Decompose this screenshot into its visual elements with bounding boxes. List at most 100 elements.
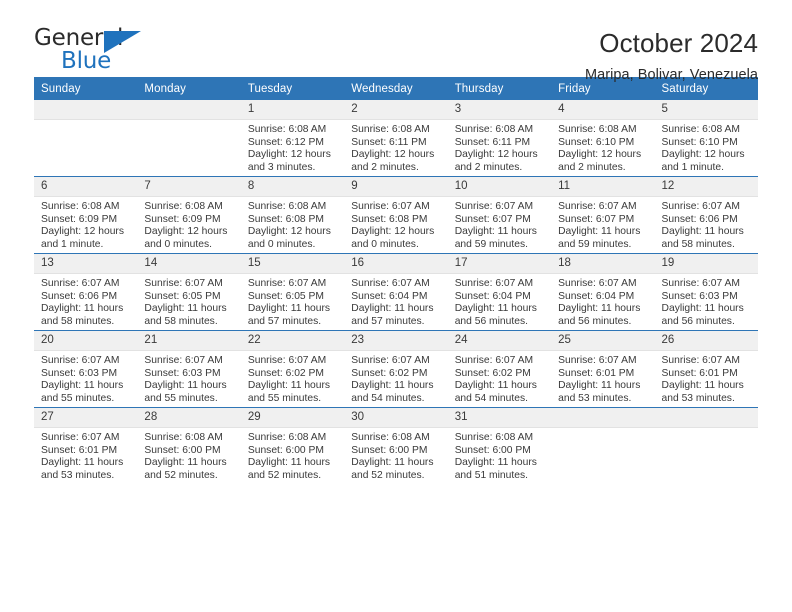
day-details [137,120,240,124]
sunrise-text: Sunrise: 6:07 AM [661,278,740,289]
calendar-day-cell[interactable]: 21 Sunrise: 6:07 AM Sunset: 6:03 PM Dayligh… [137,330,241,408]
calendar-day-cell[interactable]: 3 Sunrise: 6:08 AM Sunset: 6:11 PM Daylight… [447,100,552,177]
daylight-text-cont: and 0 minutes. [144,238,212,250]
daylight-text: Daylight: 11 hours [661,226,744,238]
sunset-text: Sunset: 6:07 PM [558,213,635,225]
calendar-day-cell[interactable]: 26 Sunrise: 6:07 AM Sunset: 6:01 PM Dayligh… [654,330,758,408]
daylight-text: Daylight: 11 hours [558,380,641,392]
sunset-text: Sunset: 6:10 PM [558,136,635,148]
calendar-day-cell[interactable]: 16 Sunrise: 6:07 AM Sunset: 6:04 PM Dayligh… [344,253,448,331]
sunset-text: Sunset: 6:05 PM [247,290,324,302]
day-details: Sunrise: 6:07 AM Sunset: 6:06 PM Daylight:… [34,274,137,328]
day-details: Sunrise: 6:07 AM Sunset: 6:07 PM Daylight:… [551,197,654,251]
sunset-text: Sunset: 6:03 PM [41,367,118,379]
sunset-text: Sunset: 6:06 PM [41,290,118,302]
weekday-header-wednesday: Wednesday [344,77,448,100]
day-number: 31 [447,408,552,428]
weekday-header-monday: Monday [137,77,241,100]
daylight-text-cont: and 58 minutes. [41,315,115,327]
day-number: 13 [34,254,138,274]
calendar-day-cell[interactable]: 19 Sunrise: 6:07 AM Sunset: 6:03 PM Dayligh… [654,253,758,331]
day-number: 15 [240,254,345,274]
daylight-text: Daylight: 11 hours [41,457,124,469]
calendar-day-cell[interactable]: 28 Sunrise: 6:08 AM Sunset: 6:00 PM Dayligh… [137,407,241,484]
sunset-text: Sunset: 6:00 PM [144,444,221,456]
calendar-day-cell[interactable]: 12 Sunrise: 6:07 AM Sunset: 6:06 PM Dayligh… [654,176,758,254]
day-number: 22 [240,331,345,351]
calendar-day-cell[interactable]: 25 Sunrise: 6:07 AM Sunset: 6:01 PM Dayligh… [551,330,655,408]
sunrise-sunset-calendar: Sunday Monday Tuesday Wednesday Thursday Frid… [34,77,758,484]
day-details: Sunrise: 6:07 AM Sunset: 6:03 PM Daylight:… [137,351,240,405]
sunset-text: Sunset: 6:00 PM [454,444,531,456]
daylight-text-cont: and 57 minutes. [247,315,322,327]
daylight-text-cont: and 53 minutes. [41,469,115,481]
sunrise-text: Sunrise: 6:07 AM [144,355,223,366]
calendar-day-cell[interactable]: 17 Sunrise: 6:07 AM Sunset: 6:04 PM Dayligh… [447,253,552,331]
calendar-day-cell[interactable]: 18 Sunrise: 6:07 AM Sunset: 6:04 PM Dayligh… [551,253,655,331]
daylight-text: Daylight: 12 hours [558,149,642,161]
daylight-text-cont: and 53 minutes. [558,392,632,404]
sunrise-text: Sunrise: 6:08 AM [144,432,223,443]
daylight-text-cont: and 59 minutes. [558,238,632,250]
calendar-day-cell[interactable]: 22 Sunrise: 6:07 AM Sunset: 6:02 PM Dayligh… [240,330,345,408]
daylight-text-cont: and 55 minutes. [247,392,322,404]
day-number: 27 [34,408,138,428]
daylight-text-cont: and 1 minute. [661,161,724,173]
calendar-day-cell[interactable]: 23 Sunrise: 6:07 AM Sunset: 6:02 PM Dayligh… [344,330,448,408]
day-number: 1 [240,100,345,120]
calendar-day-cell-empty [551,407,655,484]
calendar-day-cell[interactable]: 1 Sunrise: 6:08 AM Sunset: 6:12 PM Daylight… [240,100,345,177]
daylight-text-cont: and 56 minutes. [558,315,632,327]
sunset-text: Sunset: 6:03 PM [144,367,221,379]
day-details [551,428,654,432]
day-details: Sunrise: 6:07 AM Sunset: 6:04 PM Daylight:… [344,274,447,328]
sunset-text: Sunset: 6:02 PM [247,367,324,379]
calendar-day-cell[interactable]: 20 Sunrise: 6:07 AM Sunset: 6:03 PM Dayligh… [34,330,138,408]
day-number: 10 [447,177,552,197]
calendar-day-cell[interactable]: 8 Sunrise: 6:08 AM Sunset: 6:08 PM Daylight… [240,176,345,254]
calendar-day-cell[interactable]: 13 Sunrise: 6:07 AM Sunset: 6:06 PM Dayligh… [34,253,138,331]
sunrise-text: Sunrise: 6:08 AM [247,201,327,212]
daylight-text: Daylight: 11 hours [247,303,331,315]
calendar-day-cell[interactable]: 31 Sunrise: 6:08 AM Sunset: 6:00 PM Dayligh… [447,407,552,484]
calendar-week-row: 1 Sunrise: 6:08 AM Sunset: 6:12 PM Daylight… [34,100,758,177]
day-details: Sunrise: 6:07 AM Sunset: 6:07 PM Daylight:… [448,197,551,251]
calendar-day-cell[interactable]: 2 Sunrise: 6:08 AM Sunset: 6:11 PM Daylight… [344,100,448,177]
day-number [137,100,241,120]
day-details: Sunrise: 6:07 AM Sunset: 6:04 PM Daylight:… [448,274,551,328]
calendar-day-cell-empty [137,100,241,177]
daylight-text: Daylight: 11 hours [454,303,537,315]
sunrise-text: Sunrise: 6:08 AM [351,124,430,135]
calendar-day-cell[interactable]: 14 Sunrise: 6:07 AM Sunset: 6:05 PM Dayligh… [137,253,241,331]
calendar-day-cell[interactable]: 29 Sunrise: 6:08 AM Sunset: 6:00 PM Dayligh… [240,407,345,484]
calendar-day-cell[interactable]: 7 Sunrise: 6:08 AM Sunset: 6:09 PM Daylight… [137,176,241,254]
daylight-text: Daylight: 11 hours [351,380,434,392]
calendar-day-cell[interactable]: 27 Sunrise: 6:07 AM Sunset: 6:01 PM Dayligh… [34,407,138,484]
calendar-day-cell-empty [34,100,138,177]
daylight-text-cont: and 51 minutes. [454,469,528,481]
calendar-day-cell[interactable]: 5 Sunrise: 6:08 AM Sunset: 6:10 PM Daylight… [654,100,758,177]
day-number: 8 [240,177,345,197]
calendar-day-cell[interactable]: 15 Sunrise: 6:07 AM Sunset: 6:05 PM Dayligh… [240,253,345,331]
sunrise-text: Sunrise: 6:08 AM [454,432,534,443]
day-details: Sunrise: 6:08 AM Sunset: 6:10 PM Daylight:… [655,120,758,174]
sunset-text: Sunset: 6:01 PM [558,367,635,379]
daylight-text: Daylight: 12 hours [351,149,435,161]
sunset-text: Sunset: 6:06 PM [661,213,738,225]
day-details: Sunrise: 6:07 AM Sunset: 6:05 PM Daylight:… [137,274,240,328]
day-number: 6 [34,177,138,197]
sunrise-text: Sunrise: 6:08 AM [351,432,430,443]
sunset-text: Sunset: 6:11 PM [351,136,427,148]
daylight-text-cont: and 59 minutes. [454,238,528,250]
day-number: 4 [551,100,655,120]
calendar-day-cell[interactable]: 9 Sunrise: 6:07 AM Sunset: 6:08 PM Daylight… [344,176,448,254]
day-details: Sunrise: 6:07 AM Sunset: 6:02 PM Daylight:… [344,351,447,405]
calendar-day-cell[interactable]: 24 Sunrise: 6:07 AM Sunset: 6:02 PM Dayligh… [447,330,552,408]
calendar-day-cell[interactable]: 4 Sunrise: 6:08 AM Sunset: 6:10 PM Daylight… [551,100,655,177]
sunset-text: Sunset: 6:00 PM [247,444,324,456]
sunrise-text: Sunrise: 6:07 AM [247,278,327,289]
calendar-day-cell[interactable]: 6 Sunrise: 6:08 AM Sunset: 6:09 PM Daylight… [34,176,138,254]
calendar-day-cell[interactable]: 11 Sunrise: 6:07 AM Sunset: 6:07 PM Dayligh… [551,176,655,254]
calendar-day-cell[interactable]: 30 Sunrise: 6:08 AM Sunset: 6:00 PM Dayligh… [344,407,448,484]
calendar-day-cell[interactable]: 10 Sunrise: 6:07 AM Sunset: 6:07 PM Dayligh… [447,176,552,254]
